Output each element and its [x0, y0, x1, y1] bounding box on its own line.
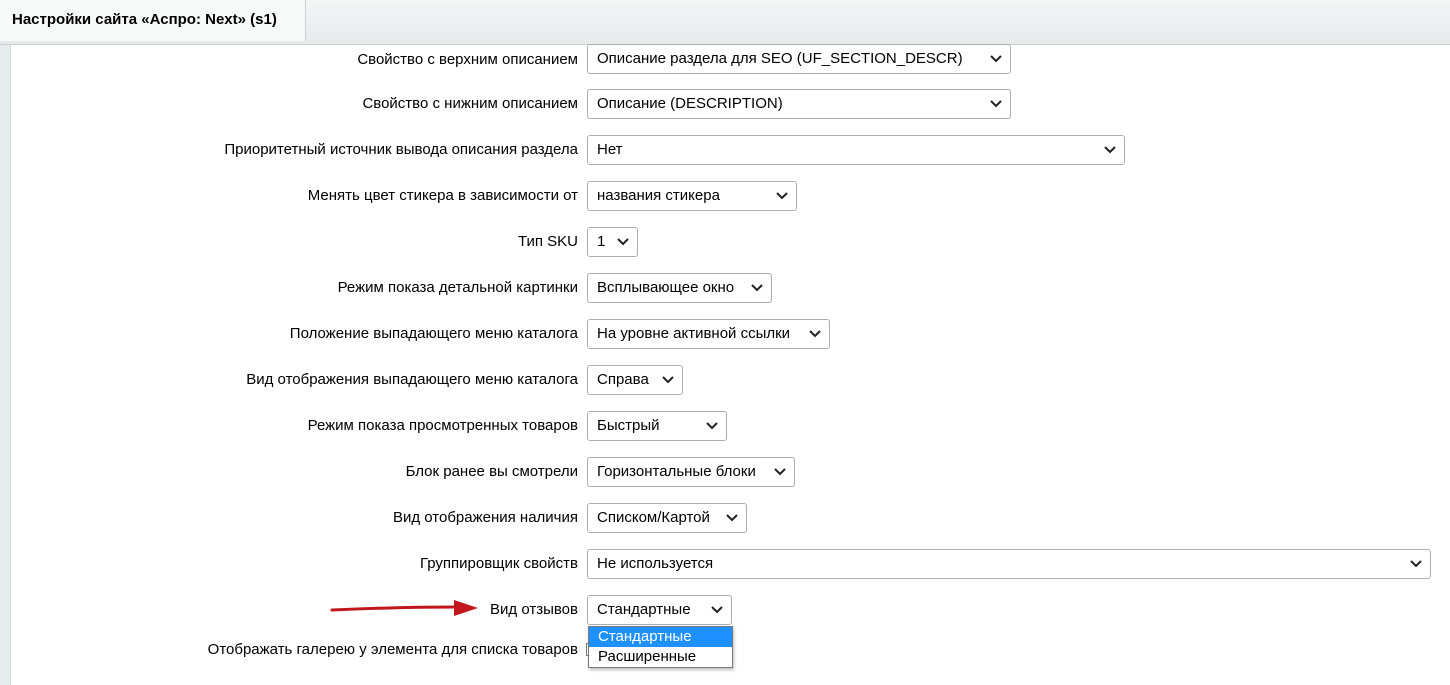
chevron-down-icon	[1410, 560, 1422, 568]
chevron-down-icon	[617, 238, 629, 246]
row-property-grouper: Группировщик свойств Не используется	[11, 549, 1450, 579]
label-priority-source: Приоритетный источник вывода описания ра…	[224, 141, 578, 158]
chevron-down-icon	[774, 468, 786, 476]
select-viewed-mode[interactable]: Быстрый	[587, 411, 727, 441]
select-sticker-color[interactable]: названия стикера	[587, 181, 797, 211]
red-arrow-icon	[330, 600, 478, 616]
label-viewed-block: Блок ранее вы смотрели	[405, 463, 578, 480]
label-bottom-description: Свойство с нижним описанием	[362, 95, 578, 112]
row-reviews-view: Вид отзывов Стандартные	[11, 595, 1450, 625]
chevron-down-icon	[662, 376, 674, 384]
row-bottom-description: Свойство с нижним описанием Описание (DE…	[11, 89, 1450, 119]
select-viewed-block[interactable]: Горизонтальные блоки	[587, 457, 795, 487]
chevron-down-icon	[711, 606, 723, 614]
select-menu-display[interactable]: Справа	[587, 365, 683, 395]
row-viewed-mode: Режим показа просмотренных товаров Быстр…	[11, 411, 1450, 441]
label-top-description: Свойство с верхним описанием	[357, 51, 578, 68]
row-priority-source: Приоритетный источник вывода описания ра…	[11, 135, 1450, 165]
chevron-down-icon	[990, 100, 1002, 108]
chevron-down-icon	[1104, 146, 1116, 154]
row-stock-display: Вид отображения наличия Списком/Картой	[11, 503, 1450, 533]
label-menu-position: Положение выпадающего меню каталога	[289, 325, 578, 342]
option-extended[interactable]: Расширенные	[589, 647, 732, 667]
label-sku-type: Тип SKU	[517, 233, 578, 250]
option-standard[interactable]: Стандартные	[589, 627, 732, 647]
reviews-dropdown-list: Стандартные Расширенные	[588, 626, 733, 668]
select-bottom-description[interactable]: Описание (DESCRIPTION)	[587, 89, 1011, 119]
select-stock-display[interactable]: Списком/Картой	[587, 503, 747, 533]
row-top-description: Свойство с верхним описанием Описание ра…	[11, 44, 1450, 75]
chevron-down-icon	[776, 192, 788, 200]
tab-bar: Настройки сайта «Аспро: Next» (s1)	[0, 0, 1450, 45]
select-detail-image-mode[interactable]: Всплывающее окно	[587, 273, 772, 303]
chevron-down-icon	[726, 514, 738, 522]
label-stock-display: Вид отображения наличия	[392, 509, 578, 526]
select-menu-position[interactable]: На уровне активной ссылки	[587, 319, 830, 349]
label-menu-display: Вид отображения выпадающего меню каталог…	[246, 371, 578, 388]
row-menu-position: Положение выпадающего меню каталога На у…	[11, 319, 1450, 349]
label-detail-image-mode: Режим показа детальной картинки	[337, 279, 578, 296]
select-top-description[interactable]: Описание раздела для SEO (UF_SECTION_DES…	[587, 44, 1011, 74]
label-gallery-display: Отображать галерею у элемента для списка…	[207, 641, 578, 658]
row-menu-display: Вид отображения выпадающего меню каталог…	[11, 365, 1450, 395]
chevron-down-icon	[990, 55, 1002, 63]
chevron-down-icon	[706, 422, 718, 430]
settings-panel: Свойство с верхним описанием Описание ра…	[10, 44, 1450, 685]
label-sticker-color: Менять цвет стикера в зависимости от	[307, 187, 578, 204]
row-sku-type: Тип SKU 1	[11, 227, 1450, 257]
row-viewed-block: Блок ранее вы смотрели Горизонтальные бл…	[11, 457, 1450, 487]
chevron-down-icon	[809, 330, 821, 338]
row-detail-image-mode: Режим показа детальной картинки Всплываю…	[11, 273, 1450, 303]
label-property-grouper: Группировщик свойств	[419, 555, 578, 572]
row-sticker-color: Менять цвет стикера в зависимости от наз…	[11, 181, 1450, 211]
chevron-down-icon	[751, 284, 763, 292]
label-reviews-view: Вид отзывов	[490, 601, 578, 618]
select-property-grouper[interactable]: Не используется	[587, 549, 1431, 579]
select-reviews-view[interactable]: Стандартные	[587, 595, 732, 625]
tab-site-settings[interactable]: Настройки сайта «Аспро: Next» (s1)	[0, 0, 306, 41]
select-priority-source[interactable]: Нет	[587, 135, 1125, 165]
label-viewed-mode: Режим показа просмотренных товаров	[307, 417, 578, 434]
select-sku-type[interactable]: 1	[587, 227, 638, 257]
